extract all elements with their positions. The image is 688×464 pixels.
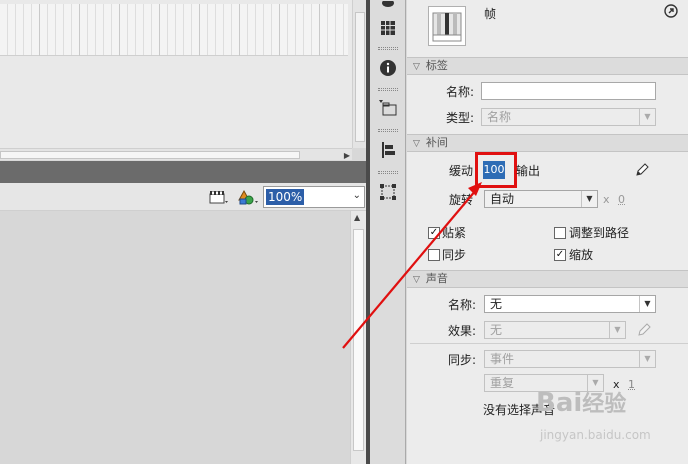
rotate-select[interactable]: 自动 ▼	[484, 190, 598, 208]
rotate-times-value[interactable]: 0	[618, 192, 625, 208]
frame-thumbnail-icon	[428, 6, 466, 46]
dock-grip[interactable]	[378, 171, 398, 174]
section-title: 标签	[425, 59, 448, 72]
sound-sync-label: 同步:	[448, 353, 477, 367]
sound-effect-select[interactable]: 无 ▼	[484, 321, 626, 339]
panel-title: 帧	[484, 7, 497, 21]
timeline-vertical-scrollbar[interactable]	[352, 0, 366, 148]
edit-scene-icon[interactable]	[208, 188, 230, 208]
chevron-down-icon[interactable]: ▼	[581, 191, 597, 207]
edit-envelope-pencil-icon[interactable]	[636, 322, 652, 341]
scroll-thumb[interactable]	[355, 12, 365, 142]
label-section-header[interactable]: ▽ 标签	[407, 57, 688, 75]
color-icon[interactable]	[375, 0, 401, 10]
divider-line	[410, 343, 688, 344]
tween-section-header[interactable]: ▽ 补间	[407, 134, 688, 152]
repeat-times-value[interactable]: 1	[628, 377, 635, 393]
dock-grip[interactable]	[378, 88, 398, 91]
section-title: 声音	[425, 272, 448, 285]
label-name-input[interactable]	[481, 82, 656, 100]
timeline-panel	[0, 0, 352, 148]
scale-label: 缩放	[569, 248, 594, 262]
sync-checkbox[interactable]	[428, 249, 440, 261]
stage-vertical-scrollbar[interactable]: ▲	[350, 211, 366, 464]
chevron-down-icon[interactable]: ▼	[609, 322, 625, 338]
label-type-select[interactable]: 名称 ▼	[481, 108, 656, 126]
sync-label: 同步	[442, 248, 467, 262]
sound-effect-value: 无	[490, 323, 503, 337]
snap-checkbox[interactable]: ✓	[428, 227, 440, 239]
scroll-thumb[interactable]	[0, 151, 300, 159]
collapse-triangle-icon[interactable]: ▽	[413, 59, 420, 75]
panel-dock	[370, 0, 406, 464]
zoom-value[interactable]: 100%	[266, 189, 305, 205]
sound-name-value: 无	[490, 297, 503, 311]
watermark-brand: Bai	[536, 388, 583, 418]
sound-sync-value: 事件	[490, 352, 515, 366]
section-title: 补间	[425, 136, 448, 149]
watermark-url: jingyan.baidu.com	[540, 428, 651, 442]
orient-to-path-label: 调整到路径	[569, 226, 630, 240]
chevron-down-icon[interactable]: ▼	[639, 296, 655, 312]
edit-symbols-icon[interactable]	[236, 188, 258, 208]
scroll-right-arrow-icon[interactable]: ▶	[344, 151, 350, 160]
watermark-brand-2: 经验	[582, 392, 627, 417]
chevron-down-icon[interactable]: ▼	[639, 109, 655, 125]
label-type-label: 类型:	[446, 111, 475, 125]
ease-value[interactable]: 100	[483, 161, 505, 179]
timeline-frame-markers	[0, 4, 348, 56]
sound-sync-select[interactable]: 事件 ▼	[484, 350, 656, 368]
edit-ease-pencil-icon[interactable]	[634, 162, 650, 181]
rotate-times-x: x	[603, 193, 610, 206]
panel-divider	[0, 161, 368, 183]
scroll-up-arrow-icon[interactable]: ▲	[354, 213, 360, 222]
dock-grip[interactable]	[378, 129, 398, 132]
sound-repeat-value: 重复	[490, 376, 515, 390]
ease-label: 缓动	[449, 164, 474, 178]
dock-grip[interactable]	[378, 47, 398, 50]
chevron-down-icon[interactable]: ⌄	[353, 190, 361, 201]
sound-name-select[interactable]: 无 ▼	[484, 295, 656, 313]
zoom-select[interactable]: 100% ⌄	[263, 186, 365, 208]
collapse-triangle-icon[interactable]: ▽	[413, 272, 420, 288]
transform-icon[interactable]	[375, 180, 401, 204]
sound-name-label: 名称:	[448, 298, 477, 312]
info-icon[interactable]	[375, 56, 401, 80]
sound-effect-label: 效果:	[448, 324, 477, 338]
sound-section-header[interactable]: ▽ 声音	[407, 270, 688, 288]
rotate-label: 旋转	[449, 193, 474, 207]
ease-output-label: 输出	[516, 164, 541, 178]
library-icon[interactable]	[375, 96, 401, 120]
scale-checkbox[interactable]: ✓	[554, 249, 566, 261]
watermark-logo: Bai经验	[536, 388, 626, 420]
rotate-value: 自动	[490, 192, 515, 206]
collapse-triangle-icon[interactable]: ▽	[413, 136, 420, 152]
help-icon[interactable]	[664, 4, 678, 21]
swatches-icon[interactable]	[375, 16, 401, 40]
snap-label: 贴紧	[442, 226, 467, 240]
orient-to-path-checkbox[interactable]	[554, 227, 566, 239]
scroll-thumb[interactable]	[353, 229, 364, 451]
align-icon[interactable]	[375, 138, 401, 162]
timeline-horizontal-scrollbar[interactable]: ▶	[0, 148, 352, 160]
label-name-label: 名称:	[446, 85, 475, 99]
stage-area[interactable]	[0, 211, 350, 464]
chevron-down-icon[interactable]: ▼	[639, 351, 655, 367]
label-type-value: 名称	[487, 110, 512, 124]
